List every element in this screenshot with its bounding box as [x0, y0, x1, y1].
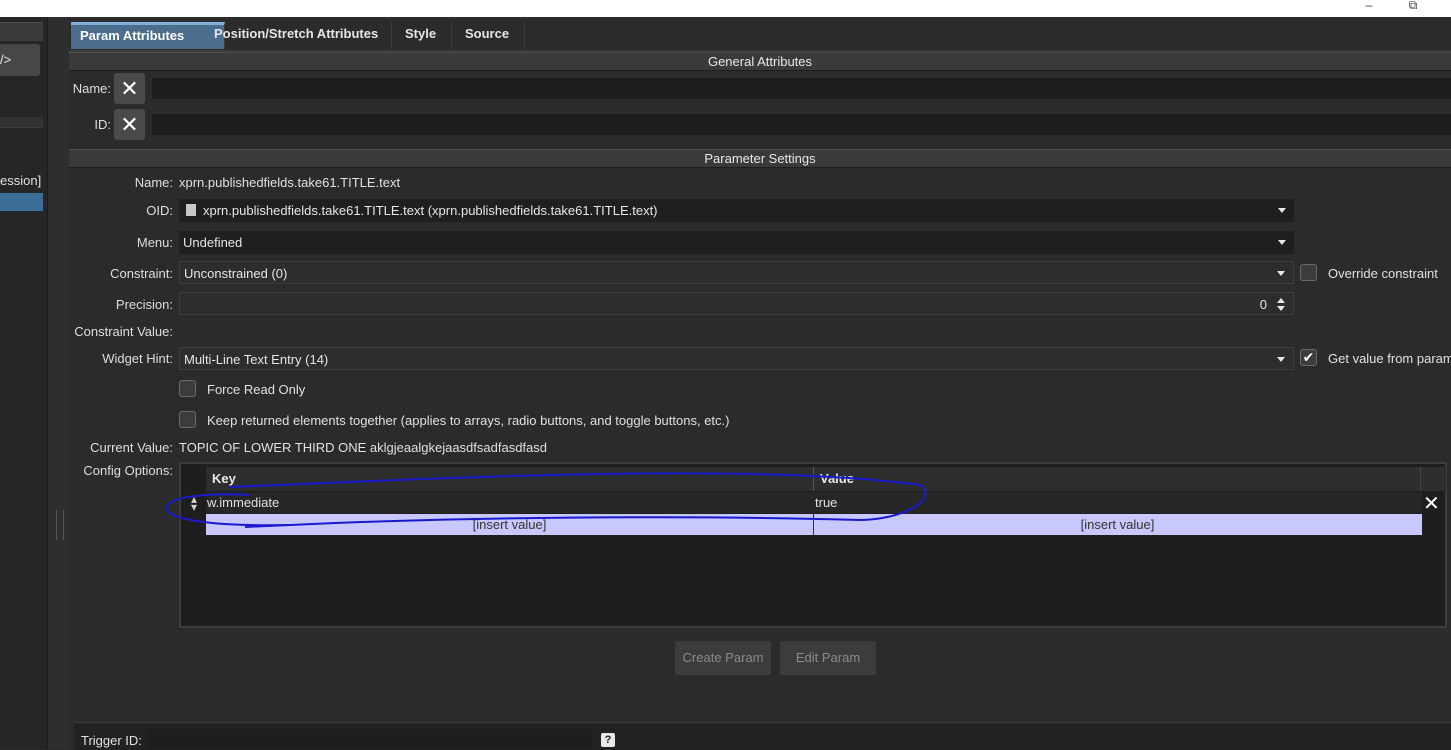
widget-hint-label: Widget Hint:: [102, 351, 173, 366]
clear-name-button[interactable]: ✕: [114, 73, 145, 104]
menu-select[interactable]: Undefined: [179, 231, 1294, 254]
current-value-label: Current Value:: [90, 440, 173, 455]
xml-button[interactable]: />: [0, 44, 40, 76]
chevron-down-icon: [1277, 357, 1285, 362]
delete-row-icon[interactable]: ✕: [1423, 491, 1440, 516]
pane-splitter[interactable]: [47, 17, 70, 749]
get-value-from-param-checkbox[interactable]: ✔: [1300, 349, 1317, 366]
file-icon: [186, 204, 196, 216]
get-value-from-param-label: Get value from param: [1328, 351, 1451, 366]
widget-hint-select-value: Multi-Line Text Entry (14): [184, 352, 329, 367]
menu-label: Menu:: [136, 235, 173, 250]
left-pane-divider: [0, 117, 43, 128]
id-label: ID:: [94, 117, 111, 132]
keep-together-checkbox[interactable]: [179, 411, 196, 428]
current-value: TOPIC OF LOWER THIRD ONE aklgjeaalgkejaa…: [179, 440, 547, 455]
annotation-ellipse: [165, 472, 927, 528]
name-label: Name:: [72, 81, 111, 96]
parameter-settings-header: Parameter Settings: [69, 149, 1451, 168]
window-title-bar: [0, 0, 1451, 17]
spin-down-icon[interactable]: [1277, 306, 1285, 311]
help-icon[interactable]: ?: [601, 733, 615, 747]
tab-style[interactable]: Style: [396, 22, 452, 49]
tab-param-attributes[interactable]: Param Attributes: [71, 22, 225, 49]
close-icon: ✕: [120, 112, 139, 137]
keep-together-label: Keep returned elements together (applies…: [207, 413, 730, 428]
create-param-button[interactable]: Create Param: [675, 641, 771, 675]
trigger-id-label: Trigger ID:: [81, 733, 142, 748]
name-input[interactable]: [152, 78, 1451, 99]
override-constraint-checkbox[interactable]: [1300, 264, 1317, 281]
minimize-icon[interactable]: –: [1362, 0, 1376, 14]
splitter-grip[interactable]: [56, 510, 64, 540]
precision-value: 0: [1259, 297, 1267, 312]
config-options-label: Config Options:: [83, 463, 173, 478]
precision-spinbox[interactable]: 0: [179, 292, 1294, 315]
chevron-down-icon: [1277, 271, 1285, 276]
chevron-down-icon: [1278, 208, 1286, 213]
table-header-corner: [1420, 467, 1446, 491]
precision-label: Precision:: [115, 297, 173, 312]
general-attributes-header: General Attributes: [69, 52, 1451, 71]
chevron-down-icon: [1278, 240, 1286, 245]
param-name-label: Name:: [134, 175, 173, 190]
oid-select-value: xprn.publishedfields.take61.TITLE.text (…: [203, 203, 658, 218]
tab-source[interactable]: Source: [456, 22, 525, 49]
constraint-value-label: Constraint Value:: [74, 324, 173, 339]
override-constraint-label: Override constraint: [1328, 266, 1438, 281]
tab-position-stretch-attributes[interactable]: Position/Stretch Attributes: [205, 22, 392, 49]
spin-up-icon[interactable]: [1277, 298, 1285, 303]
force-read-only-checkbox[interactable]: [179, 380, 196, 397]
trigger-id-input[interactable]: [148, 729, 592, 749]
close-icon: ✕: [120, 76, 139, 101]
checkmark-icon: ✔: [1302, 349, 1315, 365]
id-input[interactable]: [152, 114, 1451, 135]
left-pane: /> ession]: [0, 17, 47, 749]
constraint-label: Constraint:: [110, 266, 173, 281]
menu-select-value: Undefined: [183, 235, 243, 250]
force-read-only-label: Force Read Only: [207, 382, 306, 397]
clear-id-button[interactable]: ✕: [114, 109, 145, 140]
param-name-value: xprn.publishedfields.take61.TITLE.text: [179, 175, 401, 190]
edit-param-button[interactable]: Edit Param: [780, 641, 876, 675]
oid-label: OID:: [146, 203, 173, 218]
constraint-select[interactable]: Unconstrained (0): [179, 261, 1294, 284]
oid-select[interactable]: xprn.publishedfields.take61.TITLE.text (…: [179, 199, 1294, 222]
widget-hint-select[interactable]: Multi-Line Text Entry (14): [179, 347, 1294, 370]
constraint-select-value: Unconstrained (0): [184, 266, 288, 281]
left-pane-header: [0, 22, 43, 41]
restore-icon[interactable]: ⧉: [1406, 0, 1420, 14]
selected-tree-item[interactable]: [0, 193, 43, 211]
session-item-label[interactable]: ession]: [0, 173, 41, 188]
